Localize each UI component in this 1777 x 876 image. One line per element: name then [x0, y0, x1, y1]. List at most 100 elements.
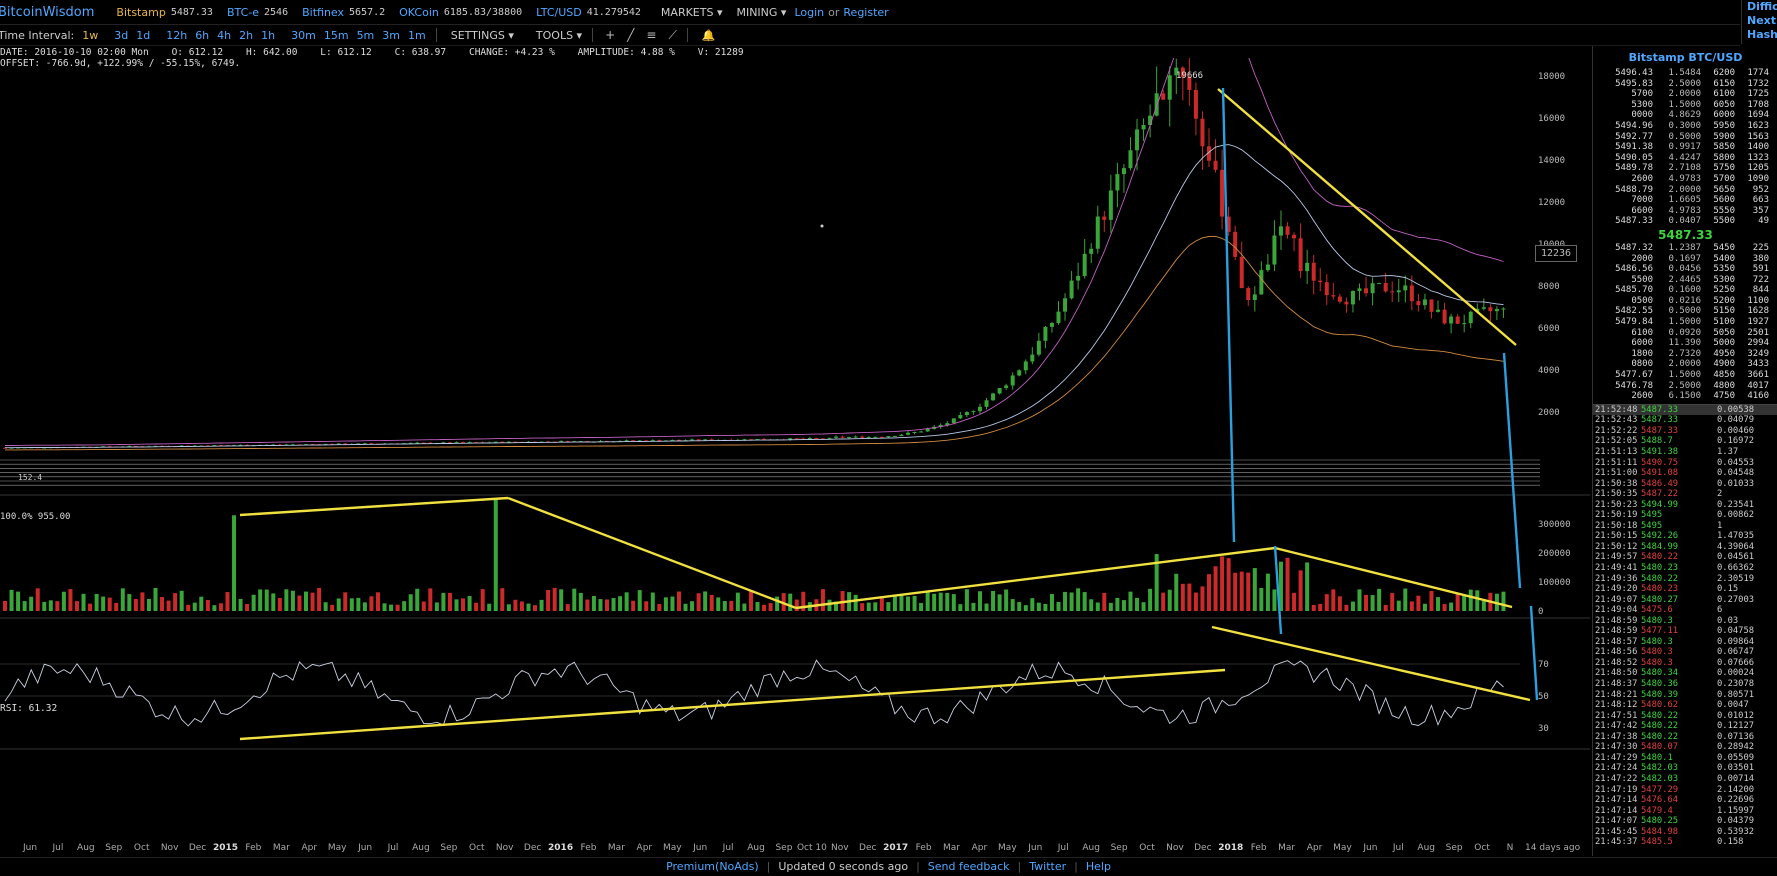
market-title[interactable]: Bitstamp BTC/USD	[1593, 46, 1777, 68]
fibonacci-icon[interactable]: ⟋	[668, 28, 676, 43]
horizontal-lines-icon[interactable]: ≡	[646, 28, 656, 42]
interval-4h[interactable]: 4h	[217, 29, 231, 42]
exchange-bitstamp[interactable]: Bitstamp	[116, 6, 165, 19]
feedback-link[interactable]: Send feedback	[928, 860, 1010, 873]
asks-list: 5496.43 1.5484 6200 1774 5495.83 2.5000 6150 17…	[1593, 68, 1777, 227]
volume-bar	[572, 588, 577, 611]
volume-bar	[68, 589, 73, 611]
volume-bar	[245, 604, 250, 611]
volume-bar	[506, 604, 511, 611]
bid-cell: 4750	[1713, 391, 1735, 402]
exchange-bitfinex[interactable]: Bitfinex	[302, 6, 344, 19]
trade-row: 21:50:35 5487.22 2	[1593, 489, 1777, 500]
settings-menu[interactable]: SETTINGS ▾	[451, 29, 514, 42]
bid-cell: 0.0216	[1668, 295, 1701, 306]
trade-time: 21:48:59	[1595, 615, 1638, 626]
premium-link[interactable]: Premium(NoAds)	[666, 860, 759, 873]
bid-cell: 4017	[1747, 380, 1769, 391]
volume-bar	[611, 598, 616, 611]
trade-price: 5480.22	[1641, 710, 1679, 721]
trendline-yellow	[1217, 88, 1517, 346]
interval-3d[interactable]: 3d	[114, 29, 128, 42]
trade-amount: 1.37	[1717, 447, 1739, 457]
bid-cell: 4800	[1713, 380, 1735, 391]
x-tick-label: Mar	[608, 843, 625, 853]
volume-bar	[395, 604, 400, 611]
volume-bar	[264, 589, 269, 611]
trade-amount: 0.04548	[1717, 468, 1755, 479]
volume-bar	[945, 592, 950, 611]
volume-bar	[997, 594, 1002, 611]
user-trendlines	[239, 87, 1539, 741]
volume-bar	[16, 591, 21, 611]
interval-1h[interactable]: 1h	[261, 29, 275, 42]
login-link[interactable]: Login	[794, 6, 824, 19]
interval-12h[interactable]: 12h	[166, 29, 187, 42]
interval-3m[interactable]: 3m	[382, 29, 400, 42]
candle-body	[1056, 311, 1061, 324]
x-tick-label: Dec	[189, 843, 206, 853]
volume-bar	[375, 592, 380, 611]
exchange-okcoin[interactable]: OKCoin	[399, 6, 439, 19]
bid-row: 5486.56 0.0456 5350 591	[1593, 264, 1777, 275]
candle-body	[1043, 326, 1048, 341]
ask-cell: 1774	[1747, 68, 1769, 78]
trade-row: 21:49:36 5480.22 2.30519	[1593, 574, 1777, 585]
volume-bar	[356, 597, 361, 611]
trendline-icon[interactable]: ╱	[627, 28, 634, 42]
volume-bar	[991, 590, 996, 611]
volume-bar	[160, 597, 165, 611]
exchange-ltcusd[interactable]: LTC/USD	[536, 6, 582, 19]
volume-bar	[977, 591, 982, 611]
exchange-btce[interactable]: BTC-e	[227, 6, 259, 19]
interval-2h[interactable]: 2h	[239, 29, 253, 42]
volume-bar	[304, 591, 308, 611]
mining-menu[interactable]: MINING ▾	[736, 6, 786, 19]
volume-bar	[1128, 591, 1133, 611]
markets-menu[interactable]: MARKETS ▾	[661, 6, 723, 19]
interval-6h[interactable]: 6h	[195, 29, 209, 42]
ask-cell: 1.6605	[1668, 195, 1701, 206]
volume-bar	[1174, 573, 1179, 611]
tools-menu[interactable]: TOOLS ▾	[536, 29, 582, 42]
bid-row: 5487.32 1.2387 5450 225	[1593, 243, 1777, 254]
exchange-bitfinex-price: 5657.2	[349, 6, 386, 18]
volume-bar	[81, 593, 86, 611]
interval-1d[interactable]: 1d	[136, 29, 150, 42]
x-tick-label: Jun	[692, 843, 707, 853]
twitter-link[interactable]: Twitter	[1029, 860, 1066, 873]
trade-amount: 2.14200	[1717, 784, 1755, 795]
interval-15m[interactable]: 15m	[324, 29, 349, 42]
alert-bell-icon[interactable]: 🔔	[702, 29, 716, 42]
volume-bar	[1030, 598, 1035, 611]
interval-1w[interactable]: 1w	[82, 29, 98, 42]
volume-bar	[1285, 557, 1290, 611]
volume-bar	[1455, 593, 1460, 611]
trade-price: 5486.49	[1641, 478, 1679, 489]
bid-cell: 5482.55	[1615, 306, 1653, 317]
trade-time: 21:45:37	[1595, 837, 1638, 848]
difficulty-box[interactable]: Difficu Next Hash R	[1741, 0, 1777, 44]
register-link[interactable]: Register	[843, 6, 888, 19]
x-tick-label: Jun	[1027, 843, 1042, 853]
candle-body	[1063, 298, 1068, 312]
x-tick-label: May	[998, 843, 1017, 853]
trade-price: 5487.33	[1641, 415, 1679, 426]
brand-logo[interactable]: BitcoinWisdom	[0, 5, 102, 20]
ask-cell: 4.8629	[1668, 110, 1701, 121]
ask-row: 5700 2.0000 6100 1725	[1593, 89, 1777, 100]
volume-bar	[343, 592, 348, 611]
volume-bar	[1115, 597, 1120, 611]
interval-1m[interactable]: 1m	[408, 29, 426, 42]
candle-body	[971, 411, 976, 413]
interval-30m[interactable]: 30m	[291, 29, 316, 42]
help-link[interactable]: Help	[1086, 860, 1111, 873]
crosshair-icon[interactable]: +	[605, 28, 615, 42]
trade-price: 5477.29	[1641, 784, 1679, 795]
trade-time: 21:47:38	[1595, 731, 1638, 742]
trade-amount: 0.07136	[1717, 731, 1755, 742]
price-chart[interactable]: 152.4 2000400060008000100001200014000160…	[0, 58, 1590, 855]
trade-amount: 0.28942	[1717, 742, 1755, 753]
candle-body	[827, 437, 832, 439]
interval-5m[interactable]: 5m	[357, 29, 375, 42]
